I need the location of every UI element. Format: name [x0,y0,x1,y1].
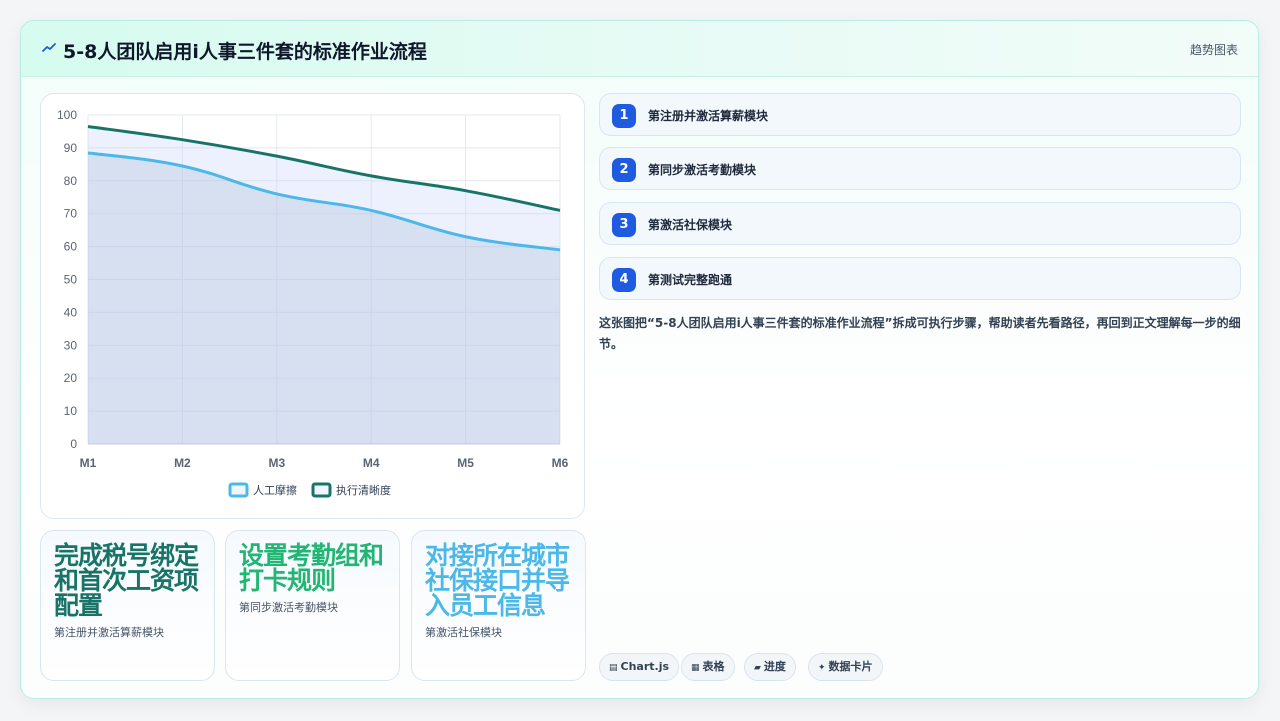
y-tick-label-1: 10 [64,404,78,418]
legend-swatch-2 [311,482,332,498]
y-tick-label-0: 0 [70,437,77,451]
x-tick-label-1: M2 [174,456,191,470]
chip-label: Chart.js [620,660,670,673]
stat-label-3: 第激活社保模块 [425,626,502,639]
y-tick-label-10: 100 [57,108,77,122]
legend-label-2: 执行清晰度 [336,483,391,497]
chart-svg: 0 10 20 30 40 50 60 70 80 90 100 M1 M2 M3 M4 M5 M6 人工摩擦 执行… [57,108,569,498]
chip-label: 数据卡片 [828,660,873,673]
step-label-1: 第注册并激活算薪模块 [648,109,769,123]
stat-label-1: 第注册并激活算薪模块 [54,626,164,639]
chip-label: 表格 [702,660,725,673]
step-number-3: 3 [612,213,636,237]
stat-value-1: 完成税号绑定和首次工资项配置 [54,541,199,620]
progress-icon: ▰ [754,663,761,673]
step-number-4: 4 [612,268,636,292]
trend-icon [42,43,56,52]
header: 5-8人团队启用i人事三件套的标准作业流程 趋势图表 [21,21,1258,77]
legend-label-1: 人工摩擦 [253,483,297,497]
stat-card-3: 对接所在城市社保接口并导入员工信息 第激活社保模块 [411,530,586,681]
step-item-4[interactable]: 4 第测试完整跑通 [599,257,1241,300]
y-tick-label-7: 70 [64,207,78,221]
step-label-2: 第同步激活考勤模块 [648,163,757,177]
stat-value-2: 设置考勤组和打卡规则 [239,541,384,595]
y-tick-label-8: 80 [64,174,78,188]
stat-card-1: 完成税号绑定和首次工资项配置 第注册并激活算薪模块 [40,530,215,681]
y-tick-label-6: 60 [64,240,78,254]
step-number-2: 2 [612,158,636,182]
step-item-3[interactable]: 3 第激活社保模块 [599,202,1241,245]
step-number-1: 1 [612,104,636,128]
stat-card-2: 设置考勤组和打卡规则 第同步激活考勤模块 [225,530,400,681]
x-tick-label-0: M1 [80,456,97,470]
x-tick-label-3: M4 [363,456,380,470]
legend-swatch-1 [228,482,249,498]
sparkle-icon: ✦ [818,663,826,673]
main-card: 5-8人团队启用i人事三件套的标准作业流程 趋势图表 0 10 20 30 40 50 60… [20,20,1259,699]
chip-table[interactable]: ▦ 表格 [681,653,735,681]
table-icon: ▦ [691,663,700,673]
x-tick-label-4: M5 [457,456,474,470]
chip-chartjs[interactable]: ▤ Chart.js [599,653,680,681]
description: 这张图把“5-8人团队启用i人事三件套的标准作业流程”拆成可执行步骤，帮助读者先… [599,316,1241,351]
page-title: 5-8人团队启用i人事三件套的标准作业流程 [63,41,427,63]
line-chart: 0 10 20 30 40 50 60 70 80 90 100 M1 M2 M3 M4 M5 M6 人工摩擦 执行… [40,93,585,519]
y-tick-label-9: 90 [64,141,78,155]
step-label-4: 第测试完整跑通 [648,273,733,287]
stat-label-2: 第同步激活考勤模块 [239,601,338,614]
stat-value-3: 对接所在城市社保接口并导入员工信息 [425,541,570,620]
y-tick-label-4: 40 [64,305,78,319]
chart-type-tag: 趋势图表 [1189,43,1238,57]
chart-icon: ▤ [609,663,618,673]
chip-progress[interactable]: ▰ 进度 [744,653,796,681]
x-tick-label-2: M3 [268,456,285,470]
step-label-3: 第激活社保模块 [648,218,733,232]
y-tick-label-5: 50 [64,273,78,287]
y-tick-label-2: 20 [64,371,78,385]
chip-label: 进度 [763,660,786,673]
y-tick-label-3: 30 [64,338,78,352]
step-item-2[interactable]: 2 第同步激活考勤模块 [599,147,1241,190]
x-tick-label-5: M6 [552,456,569,470]
chip-data-card[interactable]: ✦ 数据卡片 [808,653,883,681]
step-item-1[interactable]: 1 第注册并激活算薪模块 [599,93,1241,136]
